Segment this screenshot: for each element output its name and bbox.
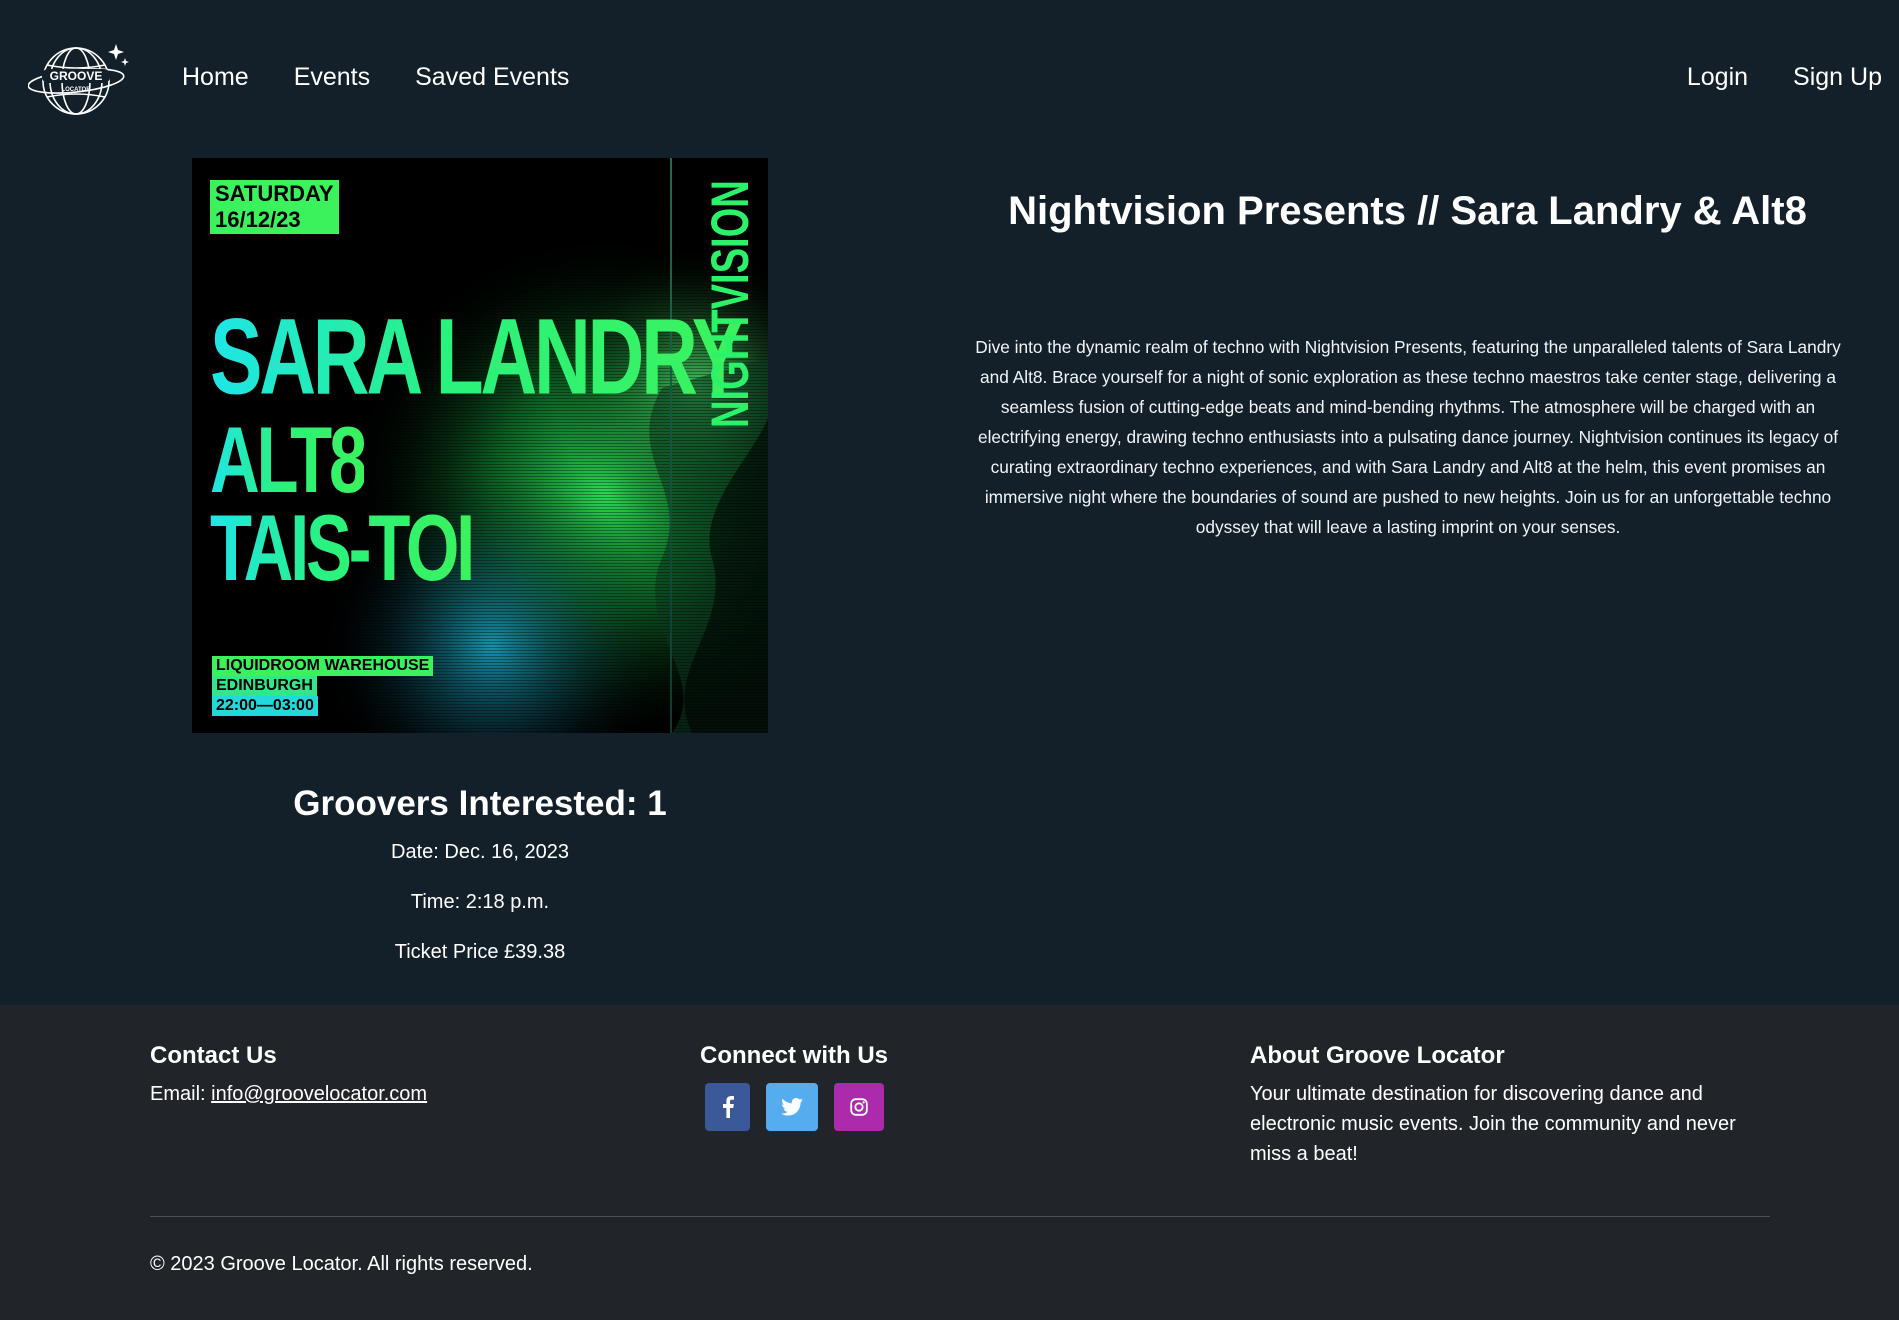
- facebook-button[interactable]: [705, 1083, 750, 1131]
- poster-venue: LIQUIDROOM WAREHOUSE: [212, 656, 434, 676]
- nav-main: Home Events Saved Events: [182, 60, 569, 94]
- navbar: GROOVE LOCATOR Home Events Saved Events …: [0, 0, 1899, 157]
- groovers-interested-count: Groovers Interested: 1: [293, 784, 667, 823]
- poster-hours: 22:00—03:00: [212, 696, 318, 716]
- poster-artist-3: TAIS-TOI: [210, 494, 475, 603]
- poster-day: SATURDAY: [215, 181, 334, 206]
- poster-date-tag: SATURDAY 16/12/23: [210, 180, 339, 234]
- nav-home-link[interactable]: Home: [182, 60, 249, 94]
- poster-divider-line: [670, 158, 672, 733]
- svg-text:LOCATOR: LOCATOR: [61, 87, 91, 93]
- footer-divider: [150, 1216, 1770, 1217]
- nav-saved-events-link[interactable]: Saved Events: [415, 60, 569, 94]
- nav-events-link[interactable]: Events: [294, 60, 370, 94]
- email-label: Email:: [150, 1083, 212, 1105]
- poster-brand-nightvision: NIGHTVISION: [702, 180, 758, 428]
- poster-venue-tag: LIQUIDROOM WAREHOUSE EDINBURGH 22:00—03:…: [212, 656, 434, 716]
- event-description: Dive into the dynamic realm of techno wi…: [975, 337, 1841, 537]
- groove-locator-logo[interactable]: GROOVE LOCATOR: [28, 40, 130, 120]
- instagram-icon: [850, 1098, 868, 1116]
- copyright-text: © 2023 Groove Locator. All rights reserv…: [150, 1253, 533, 1275]
- about-text: Your ultimate destination for discoverin…: [1250, 1083, 1736, 1165]
- poster-date: 16/12/23: [215, 207, 301, 232]
- event-time: Time: 2:18 p.m.: [410, 891, 550, 913]
- footer-contact-section: Contact Us Email: info@groovelocator.com: [150, 1037, 427, 1109]
- poster-city: EDINBURGH: [212, 676, 317, 696]
- poster-artist-1: SARA LANDRY: [210, 296, 744, 419]
- contact-email-line: Email: info@groovelocator.com: [150, 1079, 427, 1109]
- instagram-button[interactable]: [834, 1083, 884, 1131]
- event-title: Nightvision Presents // Sara Landry & Al…: [1008, 189, 1807, 233]
- footer-connect-section: Connect with Us: [700, 1037, 888, 1131]
- twitter-icon: [781, 1098, 803, 1116]
- event-date: Date: Dec. 16, 2023: [391, 841, 569, 863]
- about-heading: About Groove Locator: [1250, 1042, 1505, 1069]
- footer-about-section: About Groove Locator Your ultimate desti…: [1250, 1037, 1770, 1169]
- facebook-icon: [722, 1096, 734, 1118]
- connect-heading: Connect with Us: [700, 1042, 889, 1069]
- svg-text:GROOVE: GROOVE: [50, 69, 103, 83]
- twitter-button[interactable]: [766, 1083, 818, 1131]
- signup-link[interactable]: Sign Up: [1793, 60, 1882, 94]
- email-link[interactable]: info@groovelocator.com: [211, 1083, 427, 1105]
- ticket-price: Ticket Price £39.38: [394, 941, 566, 963]
- footer: Contact Us Email: info@groovelocator.com…: [0, 1005, 1899, 1320]
- event-poster-image: SATURDAY 16/12/23 SARA LANDRY ALT8 TAIS-…: [192, 158, 768, 733]
- login-link[interactable]: Login: [1687, 60, 1748, 94]
- social-links: [705, 1083, 888, 1131]
- contact-heading: Contact Us: [150, 1042, 277, 1069]
- nav-auth: Login Sign Up: [1687, 60, 1882, 94]
- svg-text:NIGHTVISION: NIGHTVISION: [702, 180, 758, 428]
